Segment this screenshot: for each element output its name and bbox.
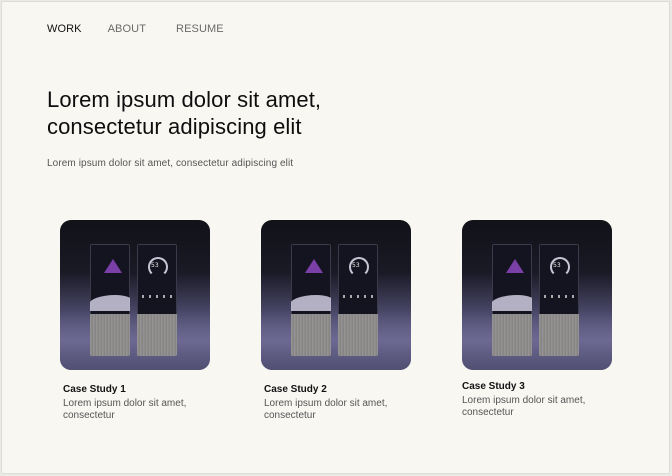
card-description: Lorem ipsum dolor sit amet, consectetur	[264, 398, 388, 421]
thumbnail-floor	[60, 310, 210, 370]
triangle-graphic	[104, 259, 122, 273]
hero-title: Lorem ipsum dolor sit amet, consectetur …	[47, 87, 322, 139]
device-base	[539, 314, 579, 356]
control-dots	[142, 295, 174, 298]
gauge-value: 53	[352, 262, 360, 269]
device-panel-left	[492, 244, 532, 356]
top-nav: WORK ABOUT RESUME	[47, 22, 224, 36]
device-panel-left	[90, 244, 130, 356]
card-title[interactable]: Case Study 2	[264, 384, 411, 395]
device-panel-left	[291, 244, 331, 356]
nav-resume-link[interactable]: RESUME	[176, 22, 224, 36]
nav-about-link[interactable]: ABOUT	[108, 22, 146, 36]
device-panel-right: 53	[539, 244, 579, 356]
gauge-value: 53	[553, 262, 561, 269]
device-panel-right: 53	[338, 244, 378, 356]
case-study-card-2[interactable]: 53 Case Study 2 Lorem ipsum dolor sit am…	[261, 220, 411, 422]
case-study-card-3[interactable]: 53 Case Study 3 Lorem ipsum dolor sit am…	[462, 220, 612, 419]
device-base	[338, 314, 378, 356]
case-study-card-1[interactable]: 53 Case Study 1 Lorem ipsum dolor sit am…	[60, 220, 210, 422]
control-dots	[343, 295, 375, 298]
device-base	[90, 314, 130, 356]
control-dots	[544, 295, 576, 298]
device-panel-right: 53	[137, 244, 177, 356]
card-description: Lorem ipsum dolor sit amet, consectetur	[462, 395, 586, 418]
nav-work-link[interactable]: WORK	[47, 22, 82, 36]
hill-graphic	[492, 295, 532, 311]
thumbnail-floor	[462, 310, 612, 370]
device-base	[137, 314, 177, 356]
hero-subtitle: Lorem ipsum dolor sit amet, consectetur …	[47, 158, 294, 169]
device-base	[291, 314, 331, 356]
card-description: Lorem ipsum dolor sit amet, consectetur	[63, 398, 187, 421]
device-base	[492, 314, 532, 356]
triangle-graphic	[305, 259, 323, 273]
case-study-thumbnail[interactable]: 53	[261, 220, 411, 370]
card-title[interactable]: Case Study 3	[462, 381, 612, 392]
gauge-value: 53	[151, 262, 159, 269]
case-study-thumbnail[interactable]: 53	[60, 220, 210, 370]
triangle-graphic	[506, 259, 524, 273]
hill-graphic	[90, 295, 130, 311]
card-title[interactable]: Case Study 1	[63, 384, 210, 395]
page-frame: WORK ABOUT RESUME Lorem ipsum dolor sit …	[1, 1, 670, 474]
hill-graphic	[291, 295, 331, 311]
case-study-thumbnail[interactable]: 53	[462, 220, 612, 370]
thumbnail-floor	[261, 310, 411, 370]
